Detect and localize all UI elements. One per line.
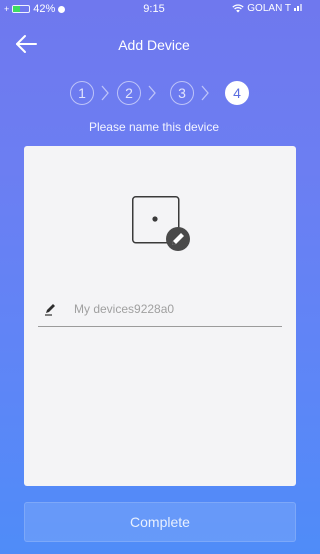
chevron-right-icon [201,85,209,101]
signal-icon [294,3,304,14]
step-3: 3 [170,81,194,105]
device-edit-icon [132,196,196,256]
step-4: 4 [225,81,249,105]
status-right: GOLAN T [232,3,304,14]
chevron-right-icon [101,85,109,101]
step-1: 1 [70,81,94,105]
header: Add Device [0,28,308,60]
complete-button[interactable]: Complete [24,502,296,542]
status-bar: + 42% 9:15 GOLAN T [0,0,308,18]
carrier-name: GOLAN T [247,3,291,14]
step-caption: Please name this device [88,120,220,134]
device-name-card [24,146,296,486]
pencil-icon [45,304,55,316]
device-name-row [38,292,282,327]
page-title: Add Device [118,37,190,53]
stepper: 1 2 3 4 [0,81,308,111]
step-2: 2 [117,81,141,105]
device-name-input[interactable] [74,298,274,320]
wifi-icon [232,4,244,13]
chevron-right-icon [148,85,156,101]
